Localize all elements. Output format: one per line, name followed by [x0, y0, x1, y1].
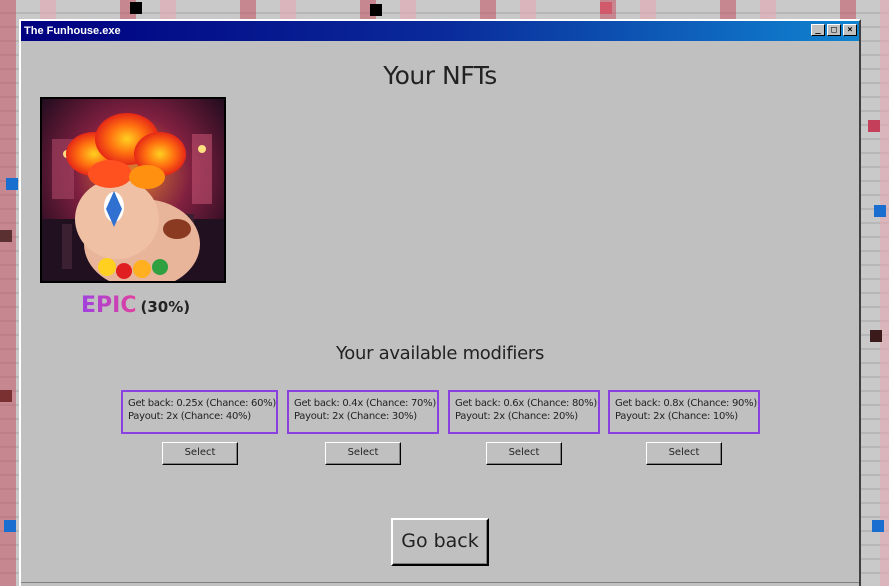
maximize-button[interactable]: □	[827, 24, 841, 36]
background-pixel	[600, 2, 612, 14]
select-button[interactable]: Select	[325, 442, 401, 465]
background-pixel	[370, 4, 382, 16]
modifier-payout: Payout: 2x (Chance: 40%)	[128, 411, 251, 422]
modifier-card: Get back: 0.25x (Chance: 60%) Payout: 2x…	[121, 390, 278, 434]
window-bottom-strip	[21, 582, 859, 586]
modifier-getback: Get back: 0.25x (Chance: 60%)	[128, 398, 276, 409]
nfts-heading: Your NFTs	[383, 61, 497, 90]
modifier-payout: Payout: 2x (Chance: 20%)	[455, 411, 578, 422]
modifier-card: Get back: 0.6x (Chance: 80%) Payout: 2x …	[448, 390, 600, 434]
background-pixel	[130, 2, 142, 14]
rarity-tier: EPIC	[81, 293, 137, 318]
modifier-getback: Get back: 0.6x (Chance: 80%)	[455, 398, 597, 409]
app-window: The Funhouse.exe _ □ × Your NFTs EPIC (3…	[19, 19, 861, 586]
background-pixel	[874, 205, 886, 217]
background-pixel	[0, 390, 12, 402]
modifier-card: Get back: 0.8x (Chance: 90%) Payout: 2x …	[608, 390, 760, 434]
rarity-chance: (30%)	[140, 298, 191, 316]
title-bar[interactable]: The Funhouse.exe _ □ ×	[21, 21, 859, 41]
go-back-button[interactable]: Go back	[391, 518, 489, 566]
select-button[interactable]: Select	[486, 442, 562, 465]
window-title: The Funhouse.exe	[24, 25, 121, 37]
modifier-getback: Get back: 0.4x (Chance: 70%)	[294, 398, 436, 409]
modifier-payout: Payout: 2x (Chance: 10%)	[615, 411, 738, 422]
modifiers-heading: Your available modifiers	[335, 343, 545, 364]
select-button[interactable]: Select	[162, 442, 238, 465]
close-button[interactable]: ×	[843, 24, 857, 36]
background-pixel	[872, 520, 884, 532]
minimize-button[interactable]: _	[811, 24, 825, 36]
background-pixel	[4, 520, 16, 532]
modifier-getback: Get back: 0.8x (Chance: 90%)	[615, 398, 757, 409]
nft-rarity-label: EPIC (30%)	[81, 293, 190, 318]
background-pixel	[868, 120, 880, 132]
window-controls: _ □ ×	[811, 24, 857, 36]
background-pixel	[870, 330, 882, 342]
clown-dog-nft-image	[42, 99, 224, 281]
modifier-card: Get back: 0.4x (Chance: 70%) Payout: 2x …	[287, 390, 439, 434]
nft-card-image[interactable]	[40, 97, 226, 283]
select-button[interactable]: Select	[646, 442, 722, 465]
background-pixel	[0, 230, 12, 242]
background-pixel	[6, 178, 18, 190]
modifier-payout: Payout: 2x (Chance: 30%)	[294, 411, 417, 422]
